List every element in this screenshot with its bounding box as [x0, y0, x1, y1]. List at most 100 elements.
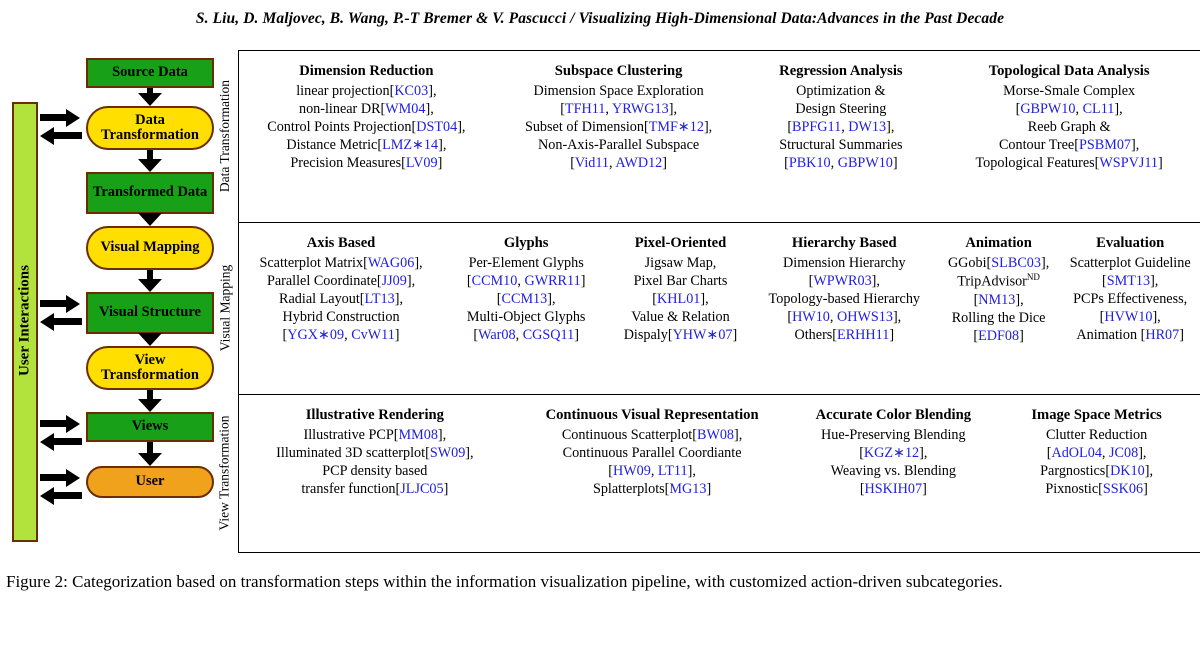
citation-key[interactable]: OHWS13: [837, 309, 893, 325]
arrow-shaft-left: [54, 492, 82, 499]
citation-key[interactable]: BPFG11: [792, 119, 841, 135]
citation-key[interactable]: DK10: [1110, 463, 1145, 479]
citation-key[interactable]: LT11: [658, 463, 688, 479]
citation-key[interactable]: Vid11: [575, 155, 609, 171]
entry-text: Scatterplot Matrix[: [259, 254, 368, 271]
user-interactions-label: User Interactions: [16, 265, 33, 376]
citation-key[interactable]: War08: [478, 327, 515, 343]
citation-key[interactable]: PBK10: [789, 155, 831, 171]
entry-text: Structural Summaries: [779, 137, 903, 154]
citation-key[interactable]: TFH11: [565, 101, 605, 117]
table-row-rule: [238, 394, 1200, 395]
entry-text: Splatterplots[: [592, 481, 670, 498]
entry-text: Others[: [794, 327, 838, 344]
citation-key[interactable]: YRWG13: [612, 101, 669, 117]
citation-key[interactable]: DW13: [848, 119, 886, 135]
category-heading: Illustrative Rendering: [305, 407, 444, 423]
entry-text: Scatterplot Guideline: [1069, 254, 1191, 271]
citation-key[interactable]: CGSQ11: [523, 327, 575, 343]
citation-key[interactable]: KGZ∗12: [864, 445, 919, 461]
category-entry-line: Continuous Scatterplot[BW08],: [514, 426, 791, 444]
citation-key[interactable]: SSK06: [1103, 481, 1143, 497]
citation-key[interactable]: EDF08: [978, 328, 1019, 344]
entry-text: ],: [1015, 291, 1024, 308]
entry-text: Contour Tree[: [998, 137, 1079, 154]
category-entry-line: Clutter Reduction: [996, 426, 1197, 444]
citation-key[interactable]: HSKIH07: [865, 481, 923, 497]
citation-key[interactable]: LMZ∗14: [382, 137, 438, 153]
citation-key[interactable]: CvW11: [351, 327, 395, 343]
citation-key[interactable]: WPWR03: [813, 273, 871, 289]
citation-key[interactable]: MM08: [399, 427, 438, 443]
citation-key[interactable]: NM13: [978, 292, 1015, 308]
citation-key[interactable]: CL11: [1083, 101, 1115, 117]
arrow-head-left-icon: [40, 313, 54, 331]
category-entry-line: [HVW10],: [1063, 308, 1197, 326]
category-entry-line: Non-Axis-Parallel Subspace: [497, 136, 741, 154]
category-entry-line: Control Points Projection[DST04],: [242, 118, 491, 136]
citation-key[interactable]: WAG06: [368, 255, 415, 271]
citation-key[interactable]: HVW10: [1104, 309, 1152, 325]
entry-text: Multi-Object Glyphs: [466, 309, 586, 326]
category-entry-line: [HW10, OHWS13],: [755, 308, 934, 326]
pipeline-node-source-data: Source Data: [86, 58, 214, 88]
entry-text: ]: [1143, 481, 1148, 498]
citation-key[interactable]: CCM13: [502, 291, 548, 307]
pipeline-node-label: Transformed Data: [92, 184, 208, 201]
entry-text: ]: [394, 327, 400, 344]
citation-key[interactable]: LV09: [406, 155, 438, 171]
citation-key[interactable]: JJ09: [382, 273, 407, 289]
citation-key[interactable]: AdOL04: [1051, 445, 1101, 461]
infovis-pipeline-diagram: User Interactions Source Data Data Transf…: [0, 46, 214, 556]
citation-key[interactable]: GBPW10: [838, 155, 893, 171]
entry-text: ]: [662, 155, 667, 172]
category-entry-line: [War08, CGSQ11]: [446, 326, 606, 344]
category-entry-line: Dimension Hierarchy: [755, 254, 934, 272]
citation-key[interactable]: AWD12: [615, 155, 662, 171]
entry-text: ],: [1138, 444, 1147, 461]
citation-key[interactable]: KHL01: [657, 291, 700, 307]
entry-text: ],: [394, 291, 404, 308]
category-cell-dimension-reduction: Dimension Reduction linear projection[KC0…: [239, 62, 494, 173]
citation-key[interactable]: ERHH11: [837, 327, 889, 343]
citation-key[interactable]: PSBM07: [1079, 137, 1131, 153]
citation-key[interactable]: TMF∗12: [649, 119, 704, 135]
entry-text: ]: [706, 481, 712, 498]
entry-text: ],: [1040, 254, 1050, 271]
citation-key[interactable]: JLJC05: [400, 481, 443, 497]
flow-arrow-down-icon: [138, 93, 162, 106]
category-entry-line: [HW09, LT11],: [514, 462, 791, 480]
citation-key[interactable]: MG13: [669, 481, 706, 497]
category-entry-line: transfer function[JLJC05]: [242, 480, 508, 498]
citation-key[interactable]: DST04: [416, 119, 457, 135]
entry-text: Continuous Parallel Coordiante: [562, 444, 742, 461]
citation-key[interactable]: CCM10: [472, 273, 518, 289]
user-interactions-bar: User Interactions: [12, 102, 38, 542]
entry-text: ],: [406, 272, 416, 289]
category-entry-line: Pixel Bar Charts: [612, 272, 748, 290]
citation-key[interactable]: GWRR11: [524, 273, 580, 289]
category-entry-line: Multi-Object Glyphs: [446, 308, 606, 326]
citation-key[interactable]: SLBC03: [991, 255, 1041, 271]
citation-key[interactable]: JC08: [1109, 445, 1138, 461]
citation-key[interactable]: LT13: [365, 291, 395, 307]
entry-text: TripAdvisor: [957, 273, 1027, 290]
citation-key[interactable]: KC03: [394, 83, 428, 99]
citation-key[interactable]: HW09: [613, 463, 651, 479]
citation-key[interactable]: BW08: [697, 427, 734, 443]
pipeline-node-label: Visual Mapping: [100, 239, 200, 256]
entry-text: Topology-based Hierarchy: [768, 291, 921, 308]
category-entry-line: Weaving vs. Blending: [796, 462, 990, 480]
citation-key[interactable]: WM04: [385, 101, 425, 117]
citation-key[interactable]: GBPW10: [1020, 101, 1075, 117]
citation-key[interactable]: YHW∗07: [673, 327, 733, 343]
citation-key[interactable]: HW10: [792, 309, 830, 325]
pipeline-node-label: User: [135, 473, 165, 490]
citation-key[interactable]: SMT13: [1107, 273, 1150, 289]
flow-arrow-down-icon: [138, 453, 162, 466]
citation-key[interactable]: WSPVJ11: [1099, 155, 1158, 171]
citation-key[interactable]: SW09: [430, 445, 465, 461]
citation-key[interactable]: YGX∗09: [287, 327, 344, 343]
citation-key[interactable]: HR07: [1145, 327, 1179, 343]
category-entry-line: Dimension Space Exploration: [497, 82, 741, 100]
